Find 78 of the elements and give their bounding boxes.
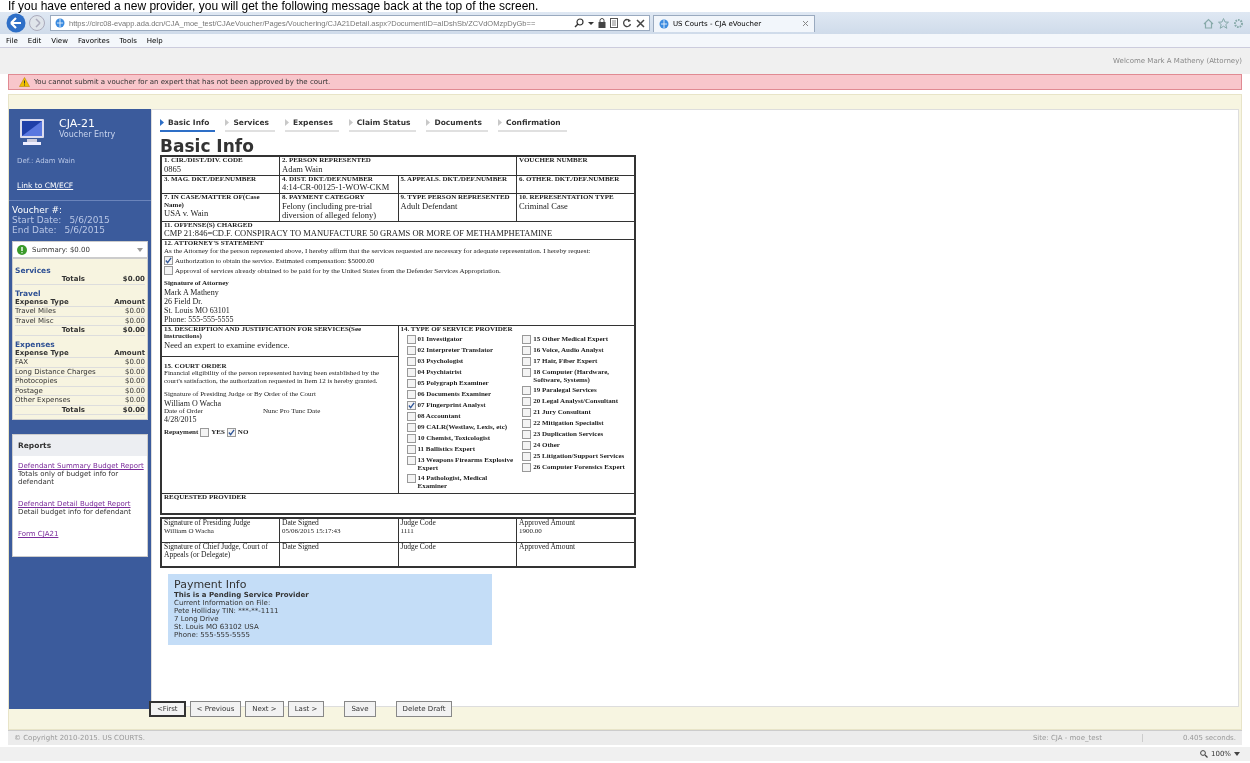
field-value: Adult Defendant: [400, 201, 459, 211]
date-value: 5/6/2015: [69, 215, 110, 225]
signature-line: 26 Field Dr.: [164, 296, 203, 306]
checkbox[interactable]: [164, 256, 173, 265]
warning-icon: [19, 77, 30, 87]
signature-line: St. Louis MO 63101: [164, 305, 231, 315]
document-icon[interactable]: [610, 18, 618, 28]
checkbox[interactable]: [522, 357, 532, 366]
info-icon: [17, 244, 27, 255]
checkbox[interactable]: [406, 412, 416, 421]
search-icon[interactable]: [574, 18, 584, 28]
judge-name: William O Wacha: [164, 398, 223, 408]
caret-icon: [1234, 752, 1240, 756]
checkbox[interactable]: [200, 428, 210, 437]
date-label: End Date:: [12, 225, 57, 235]
field-value: Adam Wain: [282, 164, 324, 174]
forward-icon[interactable]: [29, 15, 45, 31]
close-icon[interactable]: [636, 18, 645, 28]
checkbox[interactable]: [406, 346, 416, 355]
date-value: 5/6/2015: [64, 225, 105, 235]
checkbox[interactable]: [164, 266, 173, 275]
checkbox[interactable]: [406, 474, 416, 483]
checkbox[interactable]: [522, 430, 532, 439]
sidebar-title: CJA-21: [59, 117, 96, 130]
field-value: USA v. Wain: [164, 209, 210, 218]
checkbox[interactable]: [522, 397, 532, 406]
star-icon[interactable]: [1218, 17, 1229, 29]
voucher-label: Voucher #:: [11, 205, 63, 215]
checkbox[interactable]: [522, 441, 532, 450]
page-icon: [659, 18, 669, 29]
settings-icon[interactable]: [1233, 17, 1244, 29]
checkbox[interactable]: [522, 408, 532, 417]
field-value: 0865: [164, 164, 182, 174]
page-heading: Basic Info: [160, 137, 255, 155]
checkbox[interactable]: [522, 419, 532, 428]
caret-icon: [137, 247, 143, 252]
field-value: CMP 21:846=CD.F. CONSPIRACY TO MANUFACTURE 50 GRAMS OR MORE OF METHAMPHETAMINE: [164, 229, 554, 238]
checkbox[interactable]: [406, 456, 416, 465]
signature-line: Mark A Matheny: [164, 287, 220, 297]
checkbox[interactable]: [406, 335, 416, 344]
checkbox[interactable]: [226, 428, 236, 437]
page-icon: [55, 18, 65, 28]
home-icon[interactable]: [1203, 17, 1214, 29]
checkbox[interactable]: [406, 401, 416, 410]
field-value: Need an expert to examine evidence.: [164, 340, 291, 350]
checkbox[interactable]: [522, 346, 532, 355]
sidebar-subtitle: Voucher Entry: [59, 130, 116, 139]
order-date: 4/28/2015: [164, 415, 198, 424]
arrow-icon: [348, 119, 353, 126]
date-label: Start Date:: [12, 215, 62, 225]
arrow-icon: [160, 119, 164, 126]
checkbox[interactable]: [522, 386, 532, 395]
zoom-icon: [1200, 750, 1208, 758]
checkbox[interactable]: [406, 434, 416, 443]
field-value: Criminal Case: [519, 201, 569, 211]
checkbox[interactable]: [406, 368, 416, 377]
checkbox[interactable]: [522, 335, 532, 344]
checkbox[interactable]: [406, 379, 416, 388]
arrow-icon: [285, 119, 290, 126]
checkbox[interactable]: [406, 390, 416, 399]
checkbox[interactable]: [522, 368, 532, 377]
refresh-icon[interactable]: [622, 18, 632, 28]
payment-info-title: Payment Info: [174, 578, 247, 591]
arrow-icon: [497, 119, 502, 126]
lock-icon[interactable]: [598, 18, 606, 28]
arrow-icon: [225, 119, 230, 126]
checkbox[interactable]: [406, 423, 416, 432]
arrow-icon: [426, 119, 431, 126]
checkbox[interactable]: [522, 463, 532, 472]
field-value: 4:14-CR-00125-1-WOW-CKM: [282, 183, 391, 192]
checkbox[interactable]: [406, 357, 416, 366]
back-icon[interactable]: [6, 13, 26, 33]
signature-line: Phone: 555-555-5555: [164, 314, 235, 324]
checkbox[interactable]: [406, 445, 416, 454]
caption-text: If you have entered a new provider, you will get the following message back at the top of the screen.: [7, 0, 540, 12]
monitor-icon: [17, 117, 47, 147]
checkbox[interactable]: [522, 452, 532, 461]
field-value: Felony (including pre-trial diversion of alleged felony): [282, 201, 378, 220]
